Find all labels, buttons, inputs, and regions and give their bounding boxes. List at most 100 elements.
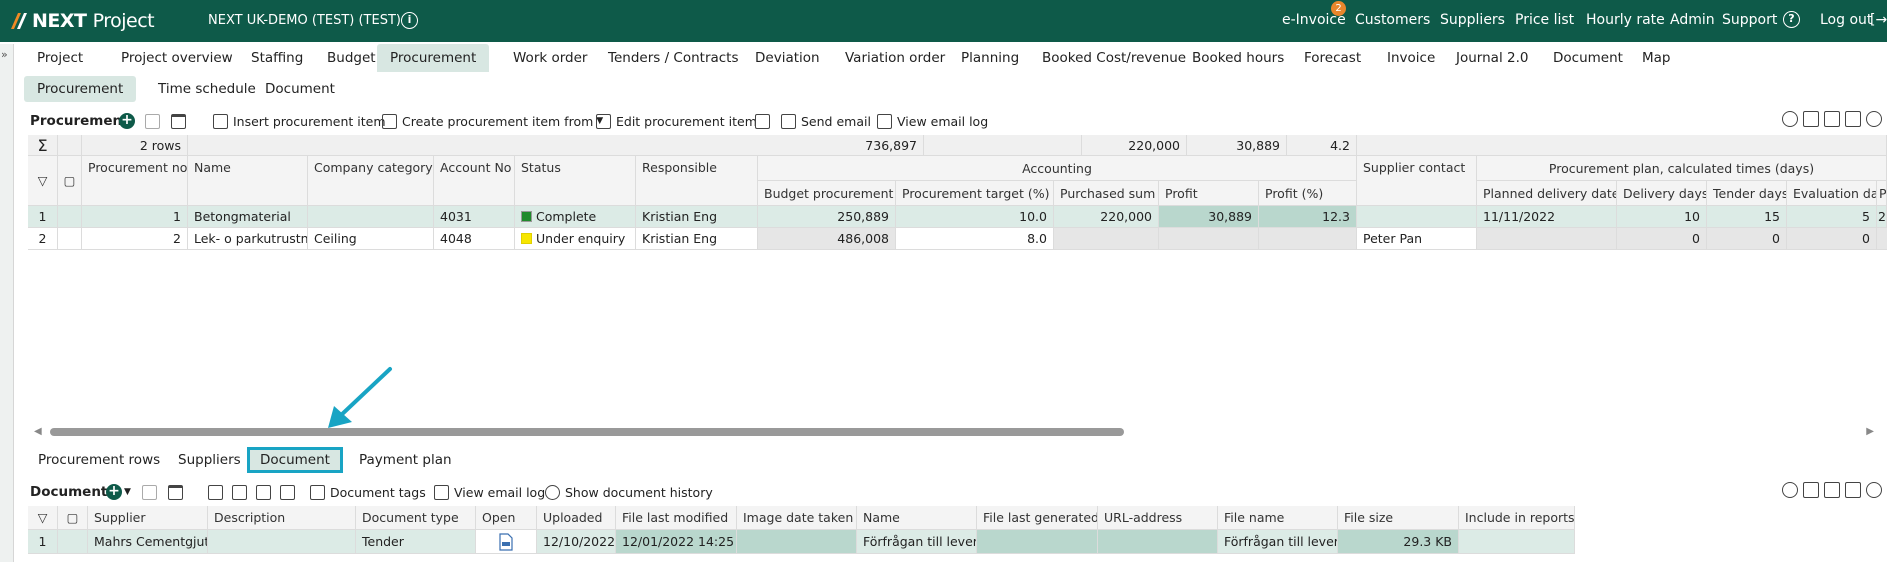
cell-name[interactable]: Förfrågan till leverantör: [857, 530, 977, 554]
view-email-log-button[interactable]: View email log: [877, 111, 988, 131]
left-collapse-gutter[interactable]: »: [0, 44, 14, 562]
tab-deviation[interactable]: Deviation: [742, 44, 833, 72]
logo[interactable]: NEXT Project: [8, 8, 155, 34]
cell-planned-delivery[interactable]: 11/11/2022: [1477, 206, 1617, 228]
col-procurement-no[interactable]: Procurement no▲: [82, 156, 188, 206]
save-icon[interactable]: [142, 484, 157, 500]
cell-uploaded[interactable]: 12/10/2022: [537, 530, 616, 554]
tab-journal[interactable]: Journal 2.0: [1443, 44, 1541, 72]
cell-budget[interactable]: 486,008: [758, 228, 896, 250]
cell-pr[interactable]: 28: [1877, 206, 1887, 228]
cell-responsible[interactable]: Kristian Eng: [636, 228, 758, 250]
tab-planning[interactable]: Planning: [948, 44, 1032, 72]
help-icon[interactable]: ?: [1783, 11, 1800, 28]
col-file-name[interactable]: File name: [1218, 506, 1338, 530]
image-icon[interactable]: [280, 484, 295, 500]
cell-responsible[interactable]: Kristian Eng: [636, 206, 758, 228]
refresh-icon[interactable]: [1782, 111, 1798, 127]
subtab-time-schedule[interactable]: Time schedule: [145, 76, 269, 102]
row-note[interactable]: [58, 228, 82, 250]
cell-description[interactable]: [208, 530, 356, 554]
cell-name[interactable]: Betongmaterial: [188, 206, 308, 228]
cell-profit-pct[interactable]: 12.3: [1259, 206, 1357, 228]
col-profit[interactable]: Profit: [1159, 181, 1259, 206]
nav-price-list[interactable]: Price list: [1515, 12, 1574, 28]
cell-purchased[interactable]: 220,000: [1054, 206, 1159, 228]
cell-tender-days[interactable]: 0: [1707, 228, 1787, 250]
cell-purchased[interactable]: [1054, 228, 1159, 250]
chevron-down-icon[interactable]: ▼: [124, 487, 131, 497]
col-uploaded[interactable]: Uploaded: [537, 506, 616, 530]
logout-icon[interactable]: [→: [1870, 12, 1887, 28]
horizontal-scrollbar[interactable]: ◀ ▶: [34, 426, 1874, 437]
cell-target[interactable]: 10.0: [896, 206, 1054, 228]
delete-icon[interactable]: [171, 113, 186, 129]
cell-status[interactable]: Under enquiry: [515, 228, 636, 250]
col-purchased-sum[interactable]: Purchased sum: [1054, 181, 1159, 206]
col-supplier-contact[interactable]: Supplier contact: [1357, 156, 1477, 206]
row-note[interactable]: [58, 530, 88, 554]
col-image-date-taken[interactable]: Image date taken: [737, 506, 857, 530]
cell-file-name[interactable]: Förfrågan till leverantör: [1218, 530, 1338, 554]
cell-planned-delivery[interactable]: [1477, 228, 1617, 250]
col-file-last-modified[interactable]: File last modified: [616, 506, 737, 530]
cell-target[interactable]: 8.0: [896, 228, 1054, 250]
cell-budget[interactable]: 250,889: [758, 206, 896, 228]
cell-include-in-reports[interactable]: [1459, 530, 1575, 554]
cell-account-no[interactable]: 4031: [434, 206, 515, 228]
col-open[interactable]: Open: [476, 506, 537, 530]
col-delivery-days[interactable]: Delivery days: [1617, 181, 1707, 206]
tab-map[interactable]: Map: [1629, 44, 1684, 72]
cell-profit-pct[interactable]: [1259, 228, 1357, 250]
col-description[interactable]: Description: [208, 506, 356, 530]
cell-image-date-taken[interactable]: [737, 530, 857, 554]
refresh-icon[interactable]: [1782, 482, 1798, 498]
cell-company-category[interactable]: Ceiling: [308, 228, 434, 250]
subtab-document[interactable]: Document: [252, 76, 348, 102]
filter-icon[interactable]: [1803, 482, 1819, 498]
row-note[interactable]: [58, 206, 82, 228]
cell-status[interactable]: Complete: [515, 206, 636, 228]
cell-procurement-no[interactable]: 2: [82, 228, 188, 250]
tab-procurement[interactable]: Procurement: [377, 44, 490, 72]
tab-project[interactable]: Project: [24, 44, 96, 72]
nav-support[interactable]: Support: [1722, 12, 1777, 28]
cell-name[interactable]: Lek- o parkutrustning: [188, 228, 308, 250]
columns-icon[interactable]: [1824, 482, 1840, 498]
add-icon[interactable]: +: [119, 113, 135, 129]
col-responsible[interactable]: Responsible: [636, 156, 758, 206]
col-tender-days[interactable]: Tender days: [1707, 181, 1787, 206]
filter-icon[interactable]: [1803, 111, 1819, 127]
filter-icon[interactable]: ▽: [28, 156, 58, 206]
tab-forecast[interactable]: Forecast: [1291, 44, 1374, 72]
nav-log-out[interactable]: Log out: [1820, 12, 1872, 28]
view-email-log-button[interactable]: View email log: [434, 482, 545, 502]
tab-document[interactable]: Document: [1540, 44, 1636, 72]
col-account-no[interactable]: Account No: [434, 156, 515, 206]
tab-staffing[interactable]: Staffing: [238, 44, 316, 72]
add-icon[interactable]: +: [106, 484, 122, 500]
tab-project-overview[interactable]: Project overview: [108, 44, 246, 72]
row-index[interactable]: 1: [28, 206, 58, 228]
cell-delivery-days[interactable]: 0: [1617, 228, 1707, 250]
pdf-file-icon[interactable]: [498, 532, 514, 551]
cell-supplier-contact[interactable]: [1357, 206, 1477, 228]
notes-icon[interactable]: ▢: [58, 506, 88, 530]
info-icon[interactable]: i: [401, 12, 418, 29]
tab-booked-cost-revenue[interactable]: Booked Cost/revenue: [1029, 44, 1199, 72]
cell-profit[interactable]: 30,889: [1159, 206, 1259, 228]
subtab-procurement[interactable]: Procurement: [24, 76, 137, 102]
cell-tender-days[interactable]: 15: [1707, 206, 1787, 228]
col-name[interactable]: Name: [188, 156, 308, 206]
filter-icon[interactable]: ▽: [28, 506, 58, 530]
col-name[interactable]: Name: [857, 506, 977, 530]
scroll-right-icon[interactable]: ▶: [1866, 426, 1874, 437]
expand-icon[interactable]: »: [1, 48, 8, 61]
download-icon[interactable]: [256, 484, 271, 500]
cell-document-type[interactable]: Tender: [356, 530, 476, 554]
row-index[interactable]: 2: [28, 228, 58, 250]
insert-procurement-button[interactable]: Insert procurement item: [213, 111, 386, 131]
col-planned-delivery-date[interactable]: Planned delivery date: [1477, 181, 1617, 206]
col-include-in-reports[interactable]: Include in reports: [1459, 506, 1575, 530]
delete-icon[interactable]: [168, 484, 183, 500]
